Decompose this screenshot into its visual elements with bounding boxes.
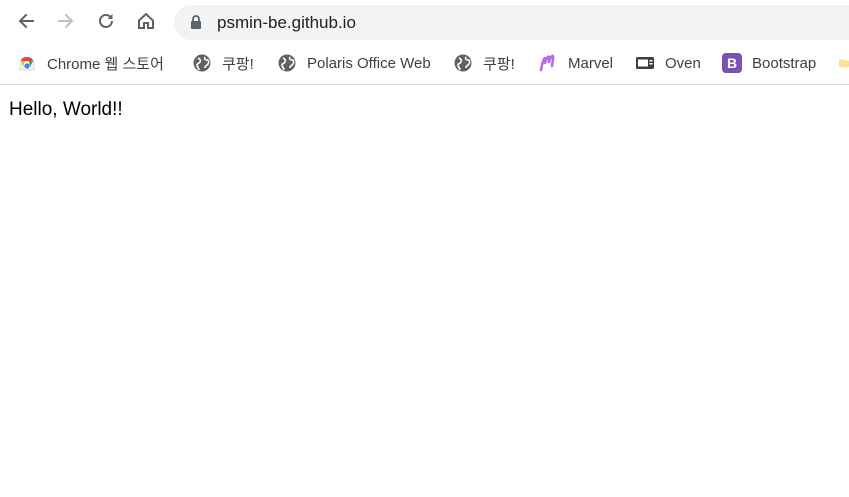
globe-icon [192,53,212,73]
chrome-webstore-icon [17,53,37,73]
bookmark-label: Bootstrap [752,54,817,72]
bootstrap-icon: B [722,53,742,73]
back-button[interactable] [12,7,40,35]
address-bar[interactable]: psmin-be.github.io [174,5,849,40]
svg-text:B: B [727,55,737,71]
forward-button[interactable] [52,7,80,35]
page-content-text: Hello, World!! [9,99,123,120]
bookmark-label: Polaris Office Web [307,54,431,72]
reload-button[interactable] [92,7,120,35]
bookmark-label: Oven [665,54,701,72]
globe-icon [453,53,473,73]
bookmark-label: Marvel [568,54,614,72]
bookmark-coupang-2[interactable]: 쿠팡! [453,52,515,74]
marvel-icon [538,53,558,73]
oven-icon [635,53,655,73]
browser-toolbar: psmin-be.github.io [0,0,849,44]
bookmark-chrome-webstore[interactable]: Chrome 웹 스토어 [17,52,164,74]
home-icon [136,11,156,31]
home-button[interactable] [132,7,160,35]
bookmarks-bar: Chrome 웹 스토어 쿠팡! Polaris Office Web 쿠팡! … [0,44,849,85]
reload-icon [96,11,116,31]
bookmark-oven[interactable]: Oven [635,52,701,74]
bookmark-label: 쿠팡! [222,55,254,73]
folder-icon [839,53,849,73]
bookmark-label: Chrome 웹 스토어 [47,55,164,73]
lock-icon[interactable] [190,15,202,34]
bookmark-bootstrap[interactable]: B Bootstrap [722,52,816,74]
arrow-left-icon [16,11,36,31]
globe-icon [277,53,297,73]
bookmark-folder[interactable] [839,52,849,74]
url-text: psmin-be.github.io [217,13,356,32]
arrow-right-icon [56,11,76,31]
bookmark-polaris-office[interactable]: Polaris Office Web [277,52,431,74]
bookmark-coupang-1[interactable]: 쿠팡! [192,52,254,74]
bookmark-marvel[interactable]: Marvel [538,52,613,74]
bookmark-label: 쿠팡! [483,55,515,73]
